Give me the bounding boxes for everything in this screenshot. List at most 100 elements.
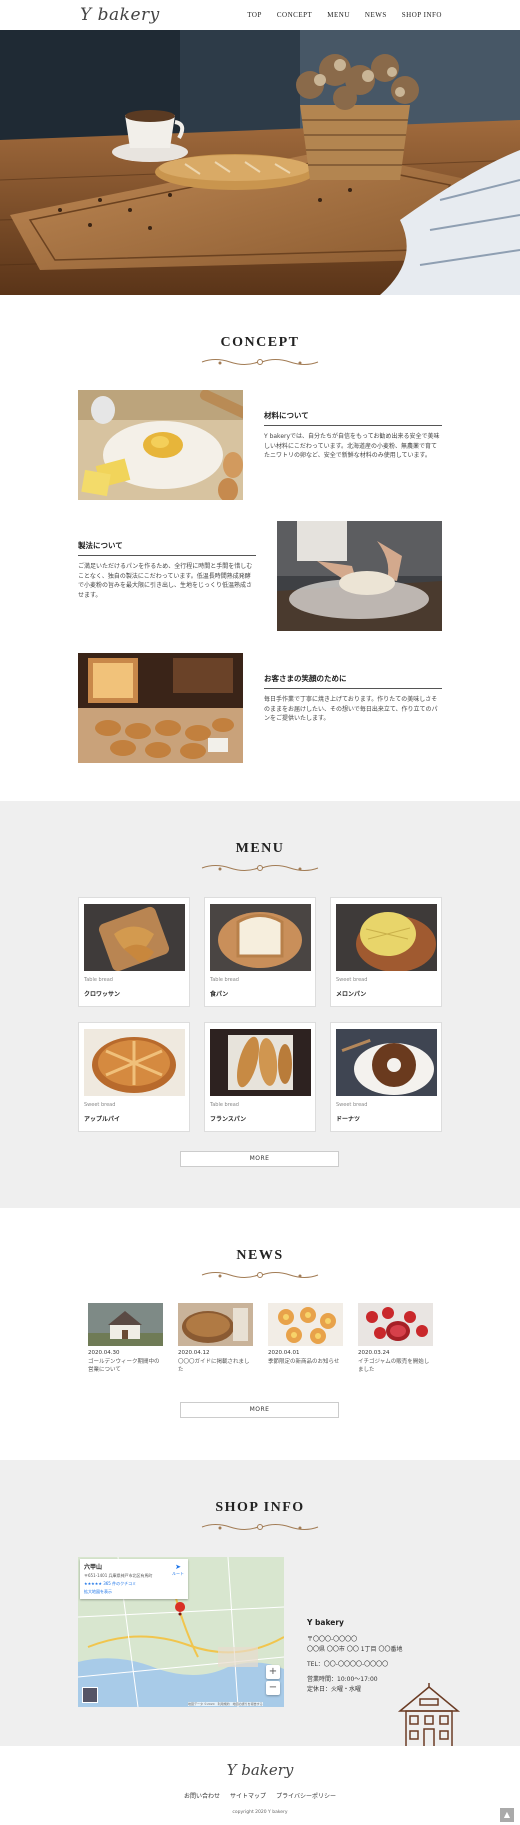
- main-nav: TOP CONCEPT MENU NEWS SHOP INFO: [247, 11, 442, 19]
- menu-name: メロンパン: [336, 991, 367, 998]
- nav-concept[interactable]: CONCEPT: [277, 11, 312, 19]
- news-item[interactable]: 2020.04.12 〇〇〇ガイドに掲載されました: [178, 1303, 253, 1375]
- map-enlarge-link[interactable]: 拡大地図を表示: [84, 1589, 184, 1595]
- nav-menu[interactable]: MENU: [327, 11, 350, 19]
- map-info-card: 六甲山 〒651-1401 兵庫県神戸市北区有馬町 ★★★★★ 365 件のクチ…: [80, 1559, 188, 1599]
- shop-name: Y bakery: [307, 1618, 344, 1627]
- map-zoom-out-button[interactable]: −: [266, 1681, 280, 1695]
- menu-name: フランスパン: [210, 1116, 247, 1123]
- ornament-divider: [201, 1272, 319, 1278]
- back-to-top-button[interactable]: ▲: [500, 1808, 514, 1822]
- concept-title: CONCEPT: [220, 335, 300, 350]
- ornament-divider: [201, 1524, 319, 1530]
- news-date: 2020.04.30: [88, 1350, 120, 1356]
- footer-logo[interactable]: Y bakery: [0, 1761, 520, 1779]
- menu-category: Sweet bread: [84, 1102, 116, 1108]
- concept-shop-image: [78, 653, 243, 763]
- shop-tel: TEL：〇〇-〇〇〇〇-〇〇〇〇: [307, 1660, 389, 1668]
- menu-title: MENU: [235, 841, 285, 856]
- concept-block-materials: 材料について Y bakeryでは、自分たちが自信をもってお勧め出来る安全で美味…: [264, 410, 442, 461]
- shop-address: 〇〇県 〇〇市 〇〇 1丁目 〇〇番地: [307, 1645, 403, 1653]
- menu-name: 食パン: [210, 991, 229, 998]
- google-map[interactable]: 六甲山 〒651-1401 兵庫県神戸市北区有馬町 ★★★★★ 365 件のクチ…: [78, 1557, 284, 1707]
- menu-card-shokupan[interactable]: Table bread 食パン: [204, 897, 316, 1007]
- news-date: 2020.04.01: [268, 1350, 300, 1356]
- map-zoom-in-button[interactable]: +: [266, 1665, 280, 1679]
- menu-more-button[interactable]: MORE: [180, 1151, 339, 1167]
- news-text: ゴールデンウィーク期間中の営業について: [88, 1359, 160, 1374]
- footer-links: お問い合わせ サイトマップ プライバシーポリシー: [0, 1791, 520, 1800]
- site-logo[interactable]: Y bakery: [80, 5, 160, 25]
- menu-category: Table bread: [210, 977, 239, 983]
- concept-heading: 製法について: [78, 540, 256, 556]
- concept-block-smile: お客さまの笑顔のために 毎日手作業で丁寧に焼き上げております。作りたての美味しさ…: [264, 673, 442, 724]
- news-date: 2020.03.24: [358, 1350, 390, 1356]
- menu-name: アップルパイ: [84, 1116, 121, 1123]
- map-rating[interactable]: ★★★★★ 365 件のクチコミ: [84, 1581, 184, 1587]
- news-item[interactable]: 2020.04.01 季節限定の新商品のお知らせ: [268, 1303, 343, 1366]
- concept-text: Y bakeryでは、自分たちが自信をもってお勧め出来る安全で美味しい材料にこだ…: [264, 433, 440, 460]
- concept-text: 毎日手作業で丁寧に焼き上げております。作りたての美味しさそのままをお届けしたい、…: [264, 696, 438, 723]
- news-text: 季節限定の新商品のお知らせ: [268, 1359, 340, 1365]
- site-header: Y bakery TOP CONCEPT MENU NEWS SHOP INFO: [0, 0, 520, 30]
- hero-image: [0, 30, 520, 295]
- menu-card-applepie[interactable]: Sweet bread アップルパイ: [78, 1022, 190, 1132]
- map-footer-text: 地図データ ©2020 利用規約 地図の誤りを報告する: [188, 1702, 263, 1706]
- news-section: NEWS 2020.04.30 ゴールデンウィーク期間中の営業について 2020…: [0, 1208, 520, 1460]
- croissant-image: [84, 904, 185, 971]
- footer-sitemap-link[interactable]: サイトマップ: [230, 1791, 266, 1800]
- menu-category: Sweet bread: [336, 977, 368, 983]
- news-bread-image: [178, 1303, 253, 1346]
- news-text: イチゴジャムの販売を開始しました: [358, 1359, 430, 1374]
- news-more-button[interactable]: MORE: [180, 1402, 339, 1418]
- menu-card-croissant[interactable]: Table bread クロワッサン: [78, 897, 190, 1007]
- concept-heading: 材料について: [264, 410, 442, 426]
- menu-name: ドーナツ: [336, 1116, 361, 1123]
- menu-name: クロワッサン: [84, 991, 121, 998]
- map-satellite-toggle[interactable]: [82, 1687, 98, 1703]
- melonpan-image: [336, 904, 437, 971]
- concept-block-method: 製法について ご満足いただけるパンを作るため、全行程に時間と手間を惜しむことなく…: [78, 540, 256, 600]
- footer-privacy-link[interactable]: プライバシーポリシー: [276, 1791, 336, 1800]
- map-address: 〒651-1401 兵庫県神戸市北区有馬町: [84, 1573, 153, 1578]
- concept-heading: お客さまの笑顔のために: [264, 673, 442, 689]
- menu-category: Table bread: [84, 977, 113, 983]
- news-strawberry-image: [358, 1303, 433, 1346]
- shop-info-section: SHOP INFO 六甲山 〒651-1401 兵庫県神戸市北区有馬町 ★★★★…: [0, 1460, 520, 1748]
- news-house-image: [88, 1303, 163, 1346]
- nav-news[interactable]: NEWS: [365, 11, 387, 19]
- ornament-divider: [201, 865, 319, 871]
- shop-postal: 〒〇〇〇-〇〇〇〇: [307, 1636, 358, 1643]
- donut-image: [336, 1029, 437, 1096]
- house-illustration-icon: [396, 1683, 462, 1748]
- concept-kneading-image: [277, 521, 442, 631]
- news-date: 2020.04.12: [178, 1350, 210, 1356]
- nav-shop-info[interactable]: SHOP INFO: [402, 11, 442, 19]
- copyright: copyright 2020 Y bakery: [232, 1810, 288, 1815]
- concept-flour-image: [78, 390, 243, 500]
- news-text: 〇〇〇ガイドに掲載されました: [178, 1359, 250, 1374]
- map-route-button[interactable]: ➤ ルート: [172, 1563, 184, 1577]
- concept-section: CONCEPT 材料について Y bakeryでは、自分たちが自信をもってお勧め…: [0, 295, 520, 801]
- applepie-image: [84, 1029, 185, 1096]
- news-pastry-image: [268, 1303, 343, 1346]
- footer-contact-link[interactable]: お問い合わせ: [184, 1791, 220, 1800]
- shop-info-title: SHOP INFO: [215, 1500, 305, 1515]
- france-pan-image: [210, 1029, 311, 1096]
- menu-card-melonpan[interactable]: Sweet bread メロンパン: [330, 897, 442, 1007]
- news-item[interactable]: 2020.04.30 ゴールデンウィーク期間中の営業について: [88, 1303, 163, 1375]
- map-route-label: ルート: [172, 1571, 184, 1576]
- menu-category: Sweet bread: [336, 1102, 368, 1108]
- concept-text: ご満足いただけるパンを作るため、全行程に時間と手間を惜しむことなく、独自の製法に…: [78, 563, 253, 599]
- nav-top[interactable]: TOP: [247, 11, 262, 19]
- directions-icon: ➤: [175, 1563, 181, 1571]
- news-title: NEWS: [236, 1248, 284, 1263]
- news-item[interactable]: 2020.03.24 イチゴジャムの販売を開始しました: [358, 1303, 433, 1375]
- map-place-name: 六甲山: [84, 1564, 103, 1571]
- arrow-up-icon: ▲: [503, 1810, 511, 1819]
- site-footer: Y bakery お問い合わせ サイトマップ プライバシーポリシー copyri…: [0, 1746, 520, 1825]
- menu-card-donut[interactable]: Sweet bread ドーナツ: [330, 1022, 442, 1132]
- menu-card-france-pan[interactable]: Table bread フランスパン: [204, 1022, 316, 1132]
- ornament-divider: [201, 359, 319, 365]
- shokupan-image: [210, 904, 311, 971]
